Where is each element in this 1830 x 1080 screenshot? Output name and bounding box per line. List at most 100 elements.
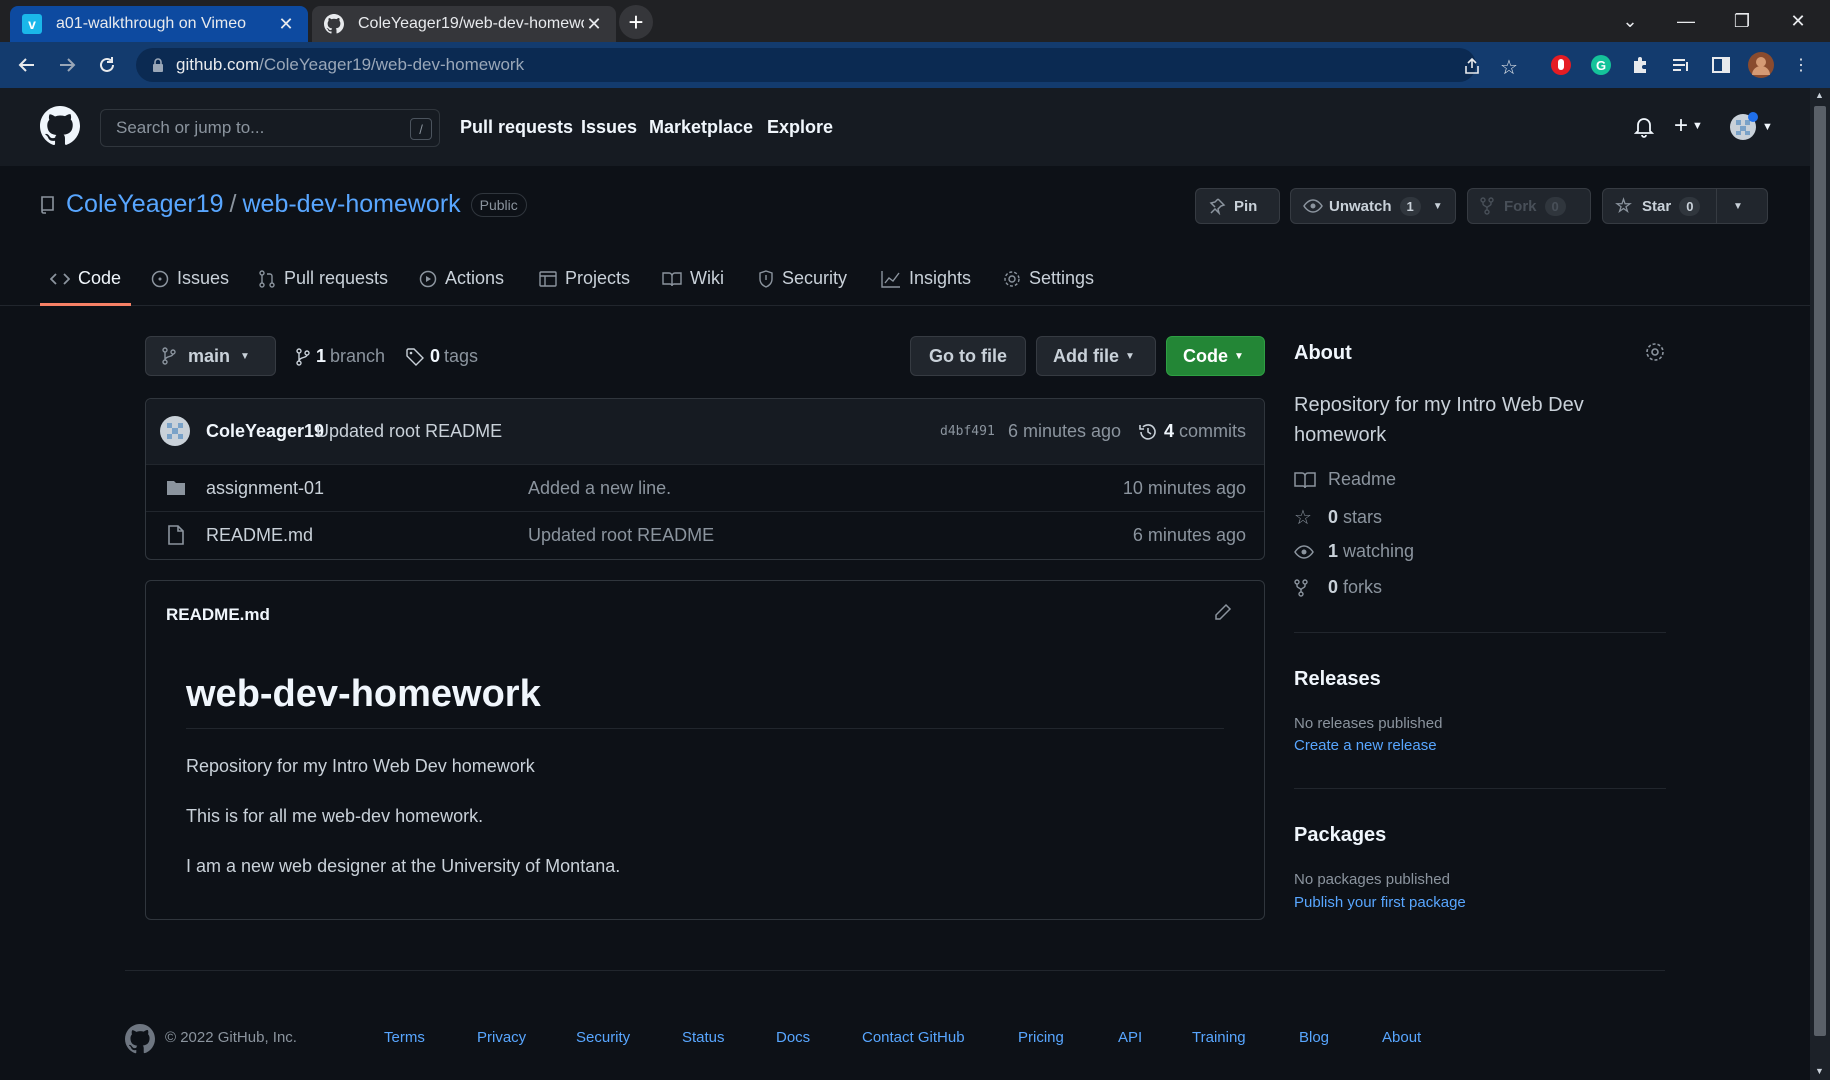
footer-link-terms[interactable]: Terms — [384, 1029, 425, 1046]
author-avatar[interactable] — [160, 416, 190, 446]
readme-filename: README.md — [166, 605, 270, 624]
browser-tab-vimeo[interactable]: v a01-walkthrough on Vimeo ✕ — [10, 6, 308, 42]
footer-link-pricing[interactable]: Pricing — [1018, 1029, 1064, 1046]
tags-link[interactable]: 0 tags — [406, 346, 478, 367]
footer-link-blog[interactable]: Blog — [1299, 1029, 1329, 1046]
forks-link[interactable]: 0 forks — [1294, 577, 1382, 598]
add-file-button[interactable]: Add file ▼ — [1036, 336, 1156, 376]
browser-tab-github[interactable]: ColeYeager19/web-dev-homewo ✕ — [312, 6, 616, 42]
scroll-down-arrow-icon[interactable]: ▼ — [1815, 1066, 1824, 1076]
share-icon[interactable] — [1462, 56, 1482, 76]
no-releases-text: No releases published — [1294, 715, 1443, 732]
create-new-dropdown[interactable]: + ▼ — [1674, 112, 1703, 140]
readme-link[interactable]: Readme — [1294, 469, 1396, 490]
branches-link[interactable]: 1 branch — [296, 346, 385, 367]
footer-link-privacy[interactable]: Privacy — [477, 1029, 526, 1046]
file-name-link[interactable]: README.md — [206, 525, 313, 546]
grammarly-extension-icon[interactable]: G — [1588, 52, 1614, 78]
file-commit-message[interactable]: Updated root README — [528, 525, 714, 546]
tab-projects[interactable]: Projects — [539, 268, 630, 306]
tab-issues[interactable]: Issues — [151, 268, 229, 306]
nav-issues[interactable]: Issues — [581, 117, 637, 138]
commits-history-link[interactable]: 4 commits — [1138, 421, 1246, 442]
github-footer-logo-icon[interactable] — [125, 1024, 155, 1054]
footer-link-training[interactable]: Training — [1192, 1029, 1246, 1046]
fork-button[interactable]: Fork 0 — [1467, 188, 1591, 224]
caret-down-icon: ▼ — [1762, 121, 1773, 133]
tab-search-icon[interactable]: ⌄ — [1610, 6, 1650, 36]
adblock-extension-icon[interactable] — [1548, 52, 1574, 78]
stars-link[interactable]: ☆ 0 stars — [1294, 505, 1382, 530]
pin-button[interactable]: Pin — [1195, 188, 1280, 224]
repo-name-link[interactable]: web-dev-homework — [243, 190, 461, 219]
tab-pull-requests[interactable]: Pull requests — [258, 268, 388, 306]
nav-marketplace[interactable]: Marketplace — [649, 117, 753, 138]
close-window-icon[interactable]: ✕ — [1778, 6, 1818, 36]
nav-pull-requests[interactable]: Pull requests — [460, 117, 573, 138]
unwatch-button[interactable]: Unwatch 1 ▼ — [1290, 188, 1456, 224]
star-lists-dropdown[interactable]: ▼ — [1716, 189, 1758, 223]
tab-settings[interactable]: Settings — [1003, 268, 1094, 306]
browser-menu-icon[interactable]: ⋮ — [1788, 52, 1814, 78]
reload-icon[interactable] — [92, 50, 122, 80]
commit-author-link[interactable]: ColeYeager19 — [206, 421, 324, 442]
file-commit-message[interactable]: Added a new line. — [528, 478, 671, 499]
go-to-file-button[interactable]: Go to file — [910, 336, 1026, 376]
tab-actions[interactable]: Actions — [419, 268, 504, 306]
close-tab-icon[interactable]: ✕ — [276, 14, 296, 35]
media-queue-icon[interactable] — [1668, 52, 1694, 78]
scrollbar-thumb[interactable] — [1814, 106, 1826, 1036]
watchers-link[interactable]: 1 watching — [1294, 541, 1414, 562]
about-settings-gear-icon[interactable] — [1645, 342, 1665, 362]
branch-select-button[interactable]: main ▼ — [145, 336, 276, 376]
github-header: Search or jump to... / Pull requests Iss… — [0, 88, 1810, 166]
repo-owner-link[interactable]: ColeYeager19 — [66, 190, 224, 219]
file-row: README.md Updated root README 6 minutes … — [146, 512, 1264, 559]
shield-icon — [758, 270, 774, 288]
new-tab-button[interactable]: + — [619, 5, 653, 39]
side-panel-icon[interactable] — [1708, 52, 1734, 78]
notifications-bell-icon[interactable] — [1634, 116, 1654, 138]
forward-icon[interactable] — [52, 50, 82, 80]
tab-wiki[interactable]: Wiki — [662, 268, 724, 306]
star-button[interactable]: ☆ Star 0 ▼ — [1602, 188, 1768, 224]
releases-heading[interactable]: Releases — [1294, 668, 1381, 691]
close-tab-icon[interactable]: ✕ — [584, 14, 604, 35]
tab-security[interactable]: Security — [758, 268, 847, 306]
scroll-up-arrow-icon[interactable]: ▲ — [1815, 90, 1824, 100]
watching-count: 1 — [1328, 541, 1339, 561]
nav-explore[interactable]: Explore — [767, 117, 833, 138]
graph-icon — [881, 270, 901, 288]
user-menu-dropdown[interactable]: ▼ — [1728, 112, 1773, 142]
tab-code[interactable]: Code — [40, 268, 132, 306]
page-scrollbar[interactable]: ▲ ▼ — [1810, 88, 1830, 1080]
search-input[interactable]: Search or jump to... / — [100, 109, 440, 147]
minimize-icon[interactable]: — — [1666, 6, 1706, 36]
create-release-link[interactable]: Create a new release — [1294, 737, 1437, 754]
profile-avatar[interactable] — [1748, 52, 1774, 78]
branch-count: 1 — [316, 346, 327, 366]
footer-link-status[interactable]: Status — [682, 1029, 725, 1046]
tab-insights[interactable]: Insights — [881, 268, 971, 306]
extensions-puzzle-icon[interactable] — [1628, 52, 1654, 78]
back-icon[interactable] — [12, 50, 42, 80]
github-logo-icon[interactable] — [40, 106, 80, 146]
footer-link-api[interactable]: API — [1118, 1029, 1142, 1046]
footer-link-about[interactable]: About — [1382, 1029, 1421, 1046]
edit-pencil-icon[interactable] — [1214, 603, 1232, 621]
footer-link-contact[interactable]: Contact GitHub — [862, 1029, 965, 1046]
bookmark-star-icon[interactable]: ☆ — [1500, 55, 1518, 80]
publish-package-link[interactable]: Publish your first package — [1294, 894, 1466, 911]
commit-sha-link[interactable]: d4bf491 — [940, 424, 995, 439]
readme-paragraph: Repository for my Intro Web Dev homework — [186, 756, 535, 776]
footer-link-docs[interactable]: Docs — [776, 1029, 810, 1046]
restore-icon[interactable]: ❐ — [1722, 6, 1762, 36]
packages-heading[interactable]: Packages — [1294, 824, 1386, 847]
code-dropdown-button[interactable]: Code ▼ — [1166, 336, 1265, 376]
commit-count: 4 — [1164, 421, 1175, 441]
file-name-link[interactable]: assignment-01 — [206, 478, 324, 499]
commit-message-link[interactable]: Updated root README — [316, 421, 502, 442]
address-bar[interactable]: github.com/ColeYeager19/web-dev-homework… — [136, 48, 1518, 82]
github-icon — [324, 14, 344, 34]
footer-link-security[interactable]: Security — [576, 1029, 630, 1046]
